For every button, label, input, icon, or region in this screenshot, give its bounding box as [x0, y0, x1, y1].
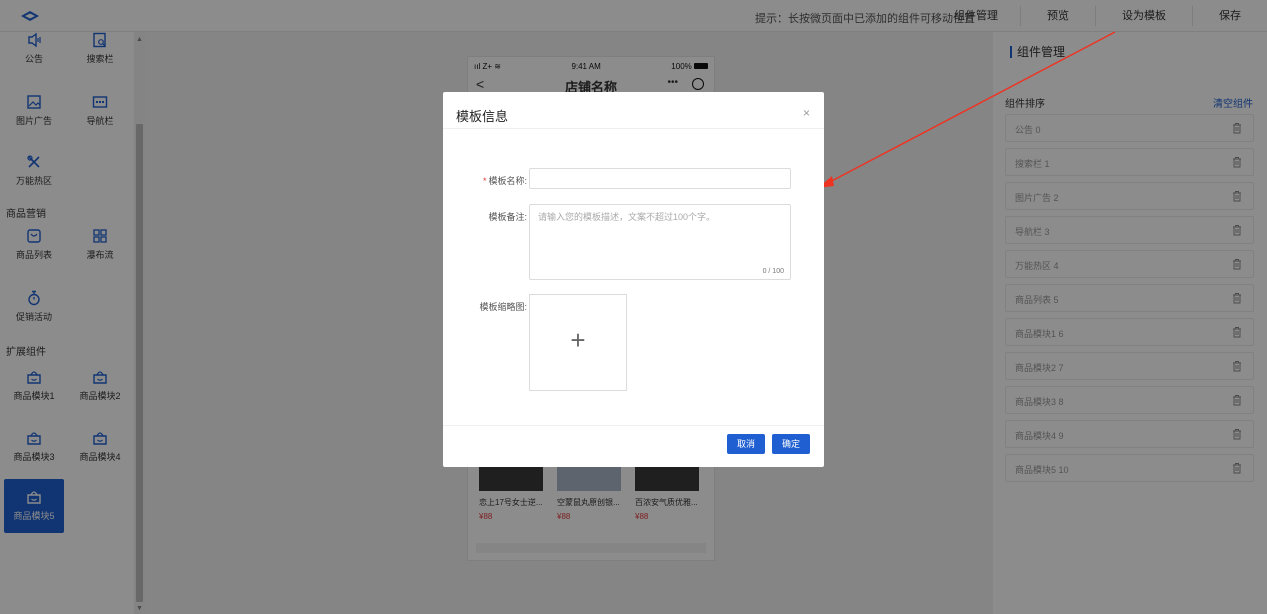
divider [443, 425, 824, 426]
confirm-button[interactable]: 确定 [772, 434, 810, 454]
dialog-title: 模板信息 [456, 109, 509, 124]
template-name-input[interactable] [529, 168, 791, 189]
thumbnail-upload[interactable]: + [529, 294, 627, 391]
desc-placeholder: 请输入您的模板描述，文案不超过100个字。 [538, 212, 716, 222]
template-desc-textarea[interactable]: 请输入您的模板描述，文案不超过100个字。 0 / 100 [529, 204, 791, 280]
divider [443, 128, 824, 129]
template-thumb-label: 模板缩略图: [479, 302, 527, 312]
plus-icon: + [570, 325, 586, 355]
template-desc-label: 模板备注: [488, 212, 527, 222]
char-counter: 0 / 100 [762, 268, 784, 275]
cancel-button[interactable]: 取消 [727, 434, 765, 454]
template-info-dialog: 模板信息 × * 模板名称: 模板备注: 请输入您的模板描述，文案不超过100个字… [443, 92, 824, 467]
close-icon[interactable]: × [803, 106, 810, 120]
template-name-label: * 模板名称: [482, 176, 527, 186]
